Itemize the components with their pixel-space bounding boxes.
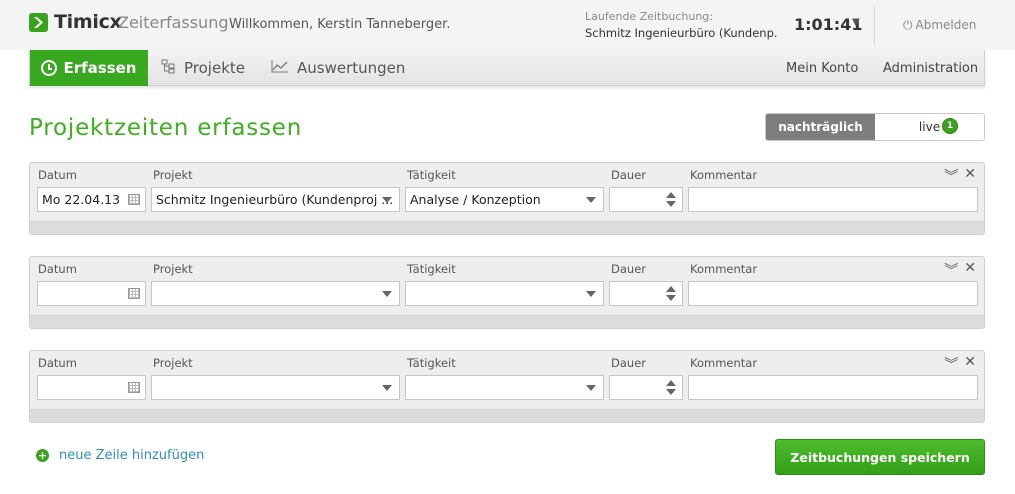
label-projekt: Projekt: [153, 356, 193, 370]
tab-projekte[interactable]: Projekte: [161, 50, 245, 86]
chevron-down-icon: [382, 291, 392, 297]
power-icon: ⏻: [903, 18, 913, 32]
duration-stepper[interactable]: [609, 375, 683, 400]
label-datum: Datum: [38, 356, 77, 370]
live-count-badge: 1: [942, 118, 958, 134]
label-kommentar: Kommentar: [690, 168, 758, 182]
row-footer: [30, 315, 984, 328]
chevron-down-icon: [586, 291, 596, 297]
label-dauer: Dauer: [611, 356, 646, 370]
date-input[interactable]: Mo 22.04.13: [37, 187, 146, 212]
tab-projekte-label: Projekte: [184, 59, 245, 77]
calendar-icon[interactable]: [128, 382, 140, 393]
entry-row-3: Datum Projekt Tätigkeit Dauer Kommentar …: [29, 350, 985, 423]
nav-mein-konto[interactable]: Mein Konto: [786, 50, 858, 86]
close-icon[interactable]: ✕: [964, 354, 976, 374]
label-dauer: Dauer: [611, 168, 646, 182]
date-input[interactable]: [37, 281, 146, 306]
label-taetigkeit: Tätigkeit: [407, 262, 456, 276]
close-icon[interactable]: ✕: [964, 260, 976, 280]
tab-auswertungen-label: Auswertungen: [297, 59, 406, 77]
plus-circle-icon: +: [36, 449, 49, 462]
welcome-text: Willkommen, Kerstin Tanneberger.: [229, 17, 451, 32]
label-taetigkeit: Tätigkeit: [407, 168, 456, 182]
label-datum: Datum: [38, 168, 77, 182]
chevron-down-icon: [586, 385, 596, 391]
duration-stepper[interactable]: [609, 187, 683, 212]
activity-value: Analyse / Konzeption: [410, 192, 541, 207]
date-value: Mo 22.04.13: [42, 192, 121, 207]
tab-erfassen-label: Erfassen: [63, 59, 137, 77]
date-input[interactable]: [37, 375, 146, 400]
mode-nachtraeglich-button[interactable]: nachträglich: [766, 114, 875, 140]
page-title: Projektzeiten erfassen: [29, 115, 303, 141]
calendar-icon[interactable]: [128, 288, 140, 299]
activity-select[interactable]: [405, 281, 604, 306]
chevron-down-icon: [586, 197, 596, 203]
logo-subtitle: Zeiterfassung: [118, 13, 229, 32]
chevron-down-icon: [382, 197, 392, 203]
logo-icon: [29, 13, 48, 32]
clock-icon: [41, 60, 58, 76]
running-booking-label: Laufende Zeitbuchung:: [585, 10, 713, 23]
hierarchy-icon: [161, 59, 176, 78]
chart-line-icon: [271, 59, 289, 77]
expand-icon[interactable]: ︾: [944, 354, 958, 374]
header-divider: [874, 6, 875, 46]
mode-live-button[interactable]: live 1: [875, 114, 984, 140]
save-bookings-button[interactable]: Zeitbuchungen speichern: [775, 439, 985, 475]
project-select[interactable]: [151, 281, 400, 306]
project-select[interactable]: [151, 375, 400, 400]
main-nav: Erfassen Projekte Auswertungen Mein Kont…: [29, 50, 985, 86]
label-taetigkeit: Tätigkeit: [407, 356, 456, 370]
project-select[interactable]: Schmitz Ingenieurbüro (Kundenproj ...: [151, 187, 400, 212]
chevron-down-icon: [382, 385, 392, 391]
logout-label: Abmelden: [915, 18, 977, 32]
mode-live-label: live: [918, 120, 941, 134]
stepper-arrows-icon[interactable]: [666, 191, 677, 208]
entry-row-1: Datum Projekt Tätigkeit Dauer Kommentar …: [29, 162, 985, 235]
row-actions: ︾ ✕: [944, 166, 976, 186]
tab-erfassen[interactable]: Erfassen: [30, 50, 148, 86]
stepper-arrows-icon[interactable]: [666, 285, 677, 302]
entry-row-2: Datum Projekt Tätigkeit Dauer Kommentar …: [29, 256, 985, 329]
comment-input[interactable]: [688, 187, 978, 212]
expand-icon[interactable]: ︾: [944, 260, 958, 280]
stepper-arrows-icon[interactable]: [666, 379, 677, 396]
add-row-label: neue Zeile hinzufügen: [59, 448, 205, 463]
comment-input[interactable]: [688, 375, 978, 400]
nav-administration[interactable]: Administration: [883, 50, 978, 86]
mode-toggle: nachträglich live 1: [765, 113, 985, 141]
row-footer: [30, 409, 984, 422]
expand-icon[interactable]: ︾: [944, 166, 958, 186]
label-projekt: Projekt: [153, 262, 193, 276]
row-actions: ︾ ✕: [944, 354, 976, 374]
logo-name: Timicx: [54, 11, 122, 33]
add-row-link[interactable]: + neue Zeile hinzufügen: [36, 448, 204, 463]
comment-input[interactable]: [688, 281, 978, 306]
label-datum: Datum: [38, 262, 77, 276]
activity-select[interactable]: [405, 375, 604, 400]
tab-auswertungen[interactable]: Auswertungen: [271, 50, 405, 86]
app-header: Timicx Zeiterfassung Willkommen, Kerstin…: [0, 0, 1015, 50]
calendar-icon[interactable]: [128, 194, 140, 205]
label-kommentar: Kommentar: [690, 262, 758, 276]
label-kommentar: Kommentar: [690, 356, 758, 370]
row-actions: ︾ ✕: [944, 260, 976, 280]
duration-stepper[interactable]: [609, 281, 683, 306]
running-booking-value[interactable]: Schmitz Ingenieurbüro (Kundenp...: [585, 26, 777, 40]
logout-button[interactable]: ⏻ Abmelden: [903, 18, 976, 33]
label-dauer: Dauer: [611, 262, 646, 276]
timer-dropdown-icon[interactable]: ▼: [852, 17, 860, 28]
activity-select[interactable]: Analyse / Konzeption: [405, 187, 604, 212]
project-value: Schmitz Ingenieurbüro (Kundenproj ...: [156, 192, 394, 207]
close-icon[interactable]: ✕: [964, 166, 976, 186]
label-projekt: Projekt: [153, 168, 193, 182]
row-footer: [30, 221, 984, 234]
